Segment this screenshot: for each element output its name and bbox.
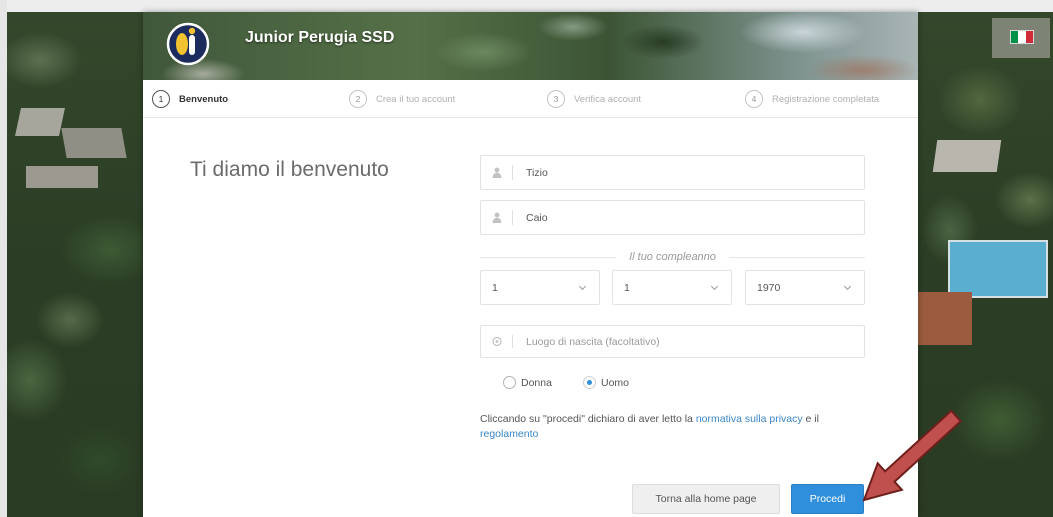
rooftop <box>932 140 1002 172</box>
italian-flag-icon[interactable] <box>1010 30 1034 44</box>
back-home-button[interactable]: Torna alla home page <box>632 484 780 514</box>
rules-link[interactable]: regolamento <box>480 428 538 440</box>
chevron-down-icon <box>843 282 852 291</box>
consent-text: Cliccando su "procedi" dichiaro di aver … <box>480 412 852 442</box>
gender-radio-uomo[interactable]: Uomo <box>583 376 629 389</box>
divider <box>480 256 617 258</box>
step-label: Benvenuto <box>179 93 229 105</box>
divider <box>728 256 865 258</box>
radio-label: Uomo <box>601 376 630 389</box>
swimming-pool <box>948 240 1048 298</box>
step-verify-account: 3 Verifica account <box>547 90 641 108</box>
card-header: Junior Perugia SSD <box>143 12 918 80</box>
last-name-input[interactable] <box>513 201 864 234</box>
radio-button[interactable] <box>503 376 516 389</box>
chevron-down-icon <box>578 282 587 291</box>
step-welcome: 1 Benvenuto <box>152 90 228 108</box>
brand-title: Junior Perugia SSD <box>245 29 395 46</box>
select-value: 1 <box>624 282 630 294</box>
birth-year-select[interactable]: 1970 <box>745 270 865 305</box>
step-number: 2 <box>349 90 367 108</box>
radio-button[interactable] <box>583 376 596 389</box>
registration-card: Junior Perugia SSD 1 Benvenuto 2 Crea il… <box>143 12 918 517</box>
registration-steps: 1 Benvenuto 2 Crea il tuo account 3 Veri… <box>143 80 918 118</box>
step-label: Crea il tuo account <box>376 93 456 105</box>
club-logo-icon[interactable] <box>166 22 210 66</box>
step-registration-complete: 4 Registrazione completata <box>745 90 879 108</box>
birthday-label: Il tuo compleanno <box>480 250 865 264</box>
step-create-account: 2 Crea il tuo account <box>349 90 455 108</box>
page-title: Ti diamo il benvenuto <box>190 158 389 181</box>
gender-radio-donna[interactable]: Donna <box>503 376 552 389</box>
privacy-link[interactable]: normativa sulla privacy <box>696 413 803 425</box>
select-value: 1970 <box>757 282 781 294</box>
consent-prefix: Cliccando su "procedi" dichiaro di aver … <box>480 413 696 425</box>
sports-court <box>918 292 972 345</box>
step-label: Verifica account <box>574 93 642 105</box>
first-name-field[interactable] <box>480 155 865 190</box>
first-name-input[interactable] <box>513 156 864 189</box>
location-icon <box>481 326 513 357</box>
proceed-button[interactable]: Procedi <box>791 484 864 514</box>
select-value: 1 <box>492 282 498 294</box>
window-left-strip <box>0 0 7 517</box>
step-number: 1 <box>152 90 170 108</box>
birthday-label-text: Il tuo compleanno <box>629 251 716 263</box>
birthplace-input[interactable] <box>513 326 864 357</box>
rooftop <box>15 108 65 136</box>
consent-middle: e il <box>802 413 819 425</box>
birthplace-field[interactable] <box>480 325 865 358</box>
step-number: 4 <box>745 90 763 108</box>
last-name-field[interactable] <box>480 200 865 235</box>
user-icon <box>481 201 513 234</box>
birth-day-select[interactable]: 1 <box>480 270 600 305</box>
window-top-strip <box>0 0 1053 12</box>
rooftop <box>61 128 127 158</box>
chevron-down-icon <box>710 282 719 291</box>
step-label: Registrazione completata <box>772 93 880 105</box>
rooftop <box>26 166 98 188</box>
radio-label: Donna <box>521 376 552 389</box>
step-number: 3 <box>547 90 565 108</box>
birth-month-select[interactable]: 1 <box>612 270 732 305</box>
user-icon <box>481 156 513 189</box>
